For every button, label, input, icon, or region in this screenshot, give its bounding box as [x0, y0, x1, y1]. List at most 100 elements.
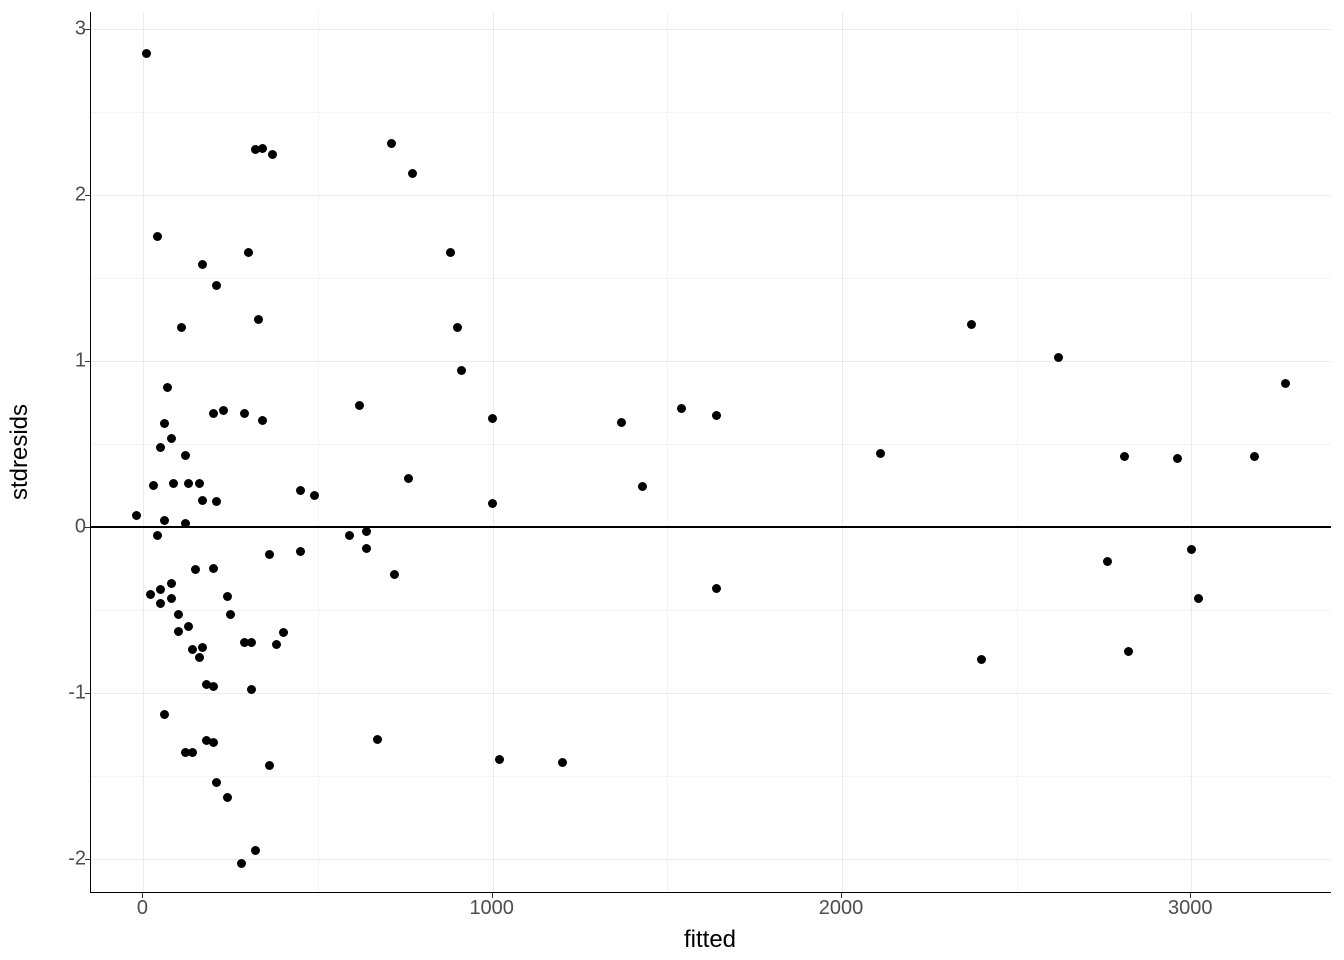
data-point [268, 150, 277, 159]
data-point [495, 755, 504, 764]
data-point [149, 481, 158, 490]
y-tick-mark [85, 859, 90, 860]
data-point [272, 640, 281, 649]
data-point [184, 622, 193, 631]
data-point [181, 451, 190, 460]
data-point [638, 482, 647, 491]
y-tick-label: -1 [6, 681, 86, 704]
data-point [251, 846, 260, 855]
y-tick-label: 1 [6, 349, 86, 372]
grid-minor-vertical [318, 12, 319, 892]
data-point [488, 499, 497, 508]
data-point [132, 511, 141, 520]
data-point [167, 594, 176, 603]
grid-major-vertical [842, 12, 843, 892]
data-point [488, 414, 497, 423]
data-point [446, 248, 455, 257]
data-point [195, 653, 204, 662]
data-point [1173, 454, 1182, 463]
data-point [457, 366, 466, 375]
data-point [156, 585, 165, 594]
y-tick-label: 2 [6, 183, 86, 206]
grid-major-vertical [143, 12, 144, 892]
data-point [191, 565, 200, 574]
data-point [198, 260, 207, 269]
data-point [160, 419, 169, 428]
data-point [977, 655, 986, 664]
grid-major-horizontal [91, 859, 1331, 860]
data-point [1194, 594, 1203, 603]
grid-major-horizontal [91, 195, 1331, 196]
data-point [453, 323, 462, 332]
data-point [558, 758, 567, 767]
data-point [195, 479, 204, 488]
data-point [212, 778, 221, 787]
data-point [355, 401, 364, 410]
data-point [265, 761, 274, 770]
data-point [237, 859, 246, 868]
data-point [967, 320, 976, 329]
data-point [1124, 647, 1133, 656]
grid-minor-horizontal [91, 776, 1331, 777]
grid-major-horizontal [91, 361, 1331, 362]
grid-major-horizontal [91, 29, 1331, 30]
data-point [362, 527, 371, 536]
data-point [1120, 452, 1129, 461]
x-tick-label: 1000 [469, 897, 514, 920]
grid-minor-horizontal [91, 278, 1331, 279]
data-point [387, 139, 396, 148]
data-point [163, 383, 172, 392]
data-point [153, 531, 162, 540]
x-tick-label: 0 [137, 897, 148, 920]
data-point [177, 323, 186, 332]
residual-scatter-chart: stdresids fitted 0100020003000-2-10123 [0, 0, 1344, 960]
data-point [184, 479, 193, 488]
data-point [212, 281, 221, 290]
data-point [390, 570, 399, 579]
data-point [188, 748, 197, 757]
y-axis-title: stdresids [6, 12, 34, 892]
data-point [174, 627, 183, 636]
data-point [362, 544, 371, 553]
data-point [167, 434, 176, 443]
data-point [265, 550, 274, 559]
data-point [219, 406, 228, 415]
y-tick-label: 0 [6, 515, 86, 538]
data-point [247, 638, 256, 647]
data-point [876, 449, 885, 458]
y-tick-label: 3 [6, 17, 86, 40]
data-point [296, 547, 305, 556]
y-tick-mark [85, 195, 90, 196]
data-point [712, 584, 721, 593]
grid-minor-horizontal [91, 444, 1331, 445]
data-point [1054, 353, 1063, 362]
plot-area [90, 12, 1331, 893]
data-point [156, 599, 165, 608]
data-point [167, 579, 176, 588]
data-point [240, 409, 249, 418]
data-point [373, 735, 382, 744]
x-tick-label: 3000 [1168, 897, 1213, 920]
grid-major-vertical [1191, 12, 1192, 892]
x-tick-mark [492, 893, 493, 898]
x-tick-mark [841, 893, 842, 898]
data-point [160, 710, 169, 719]
data-point [226, 610, 235, 619]
grid-minor-vertical [667, 12, 668, 892]
data-point [198, 496, 207, 505]
data-point [677, 404, 686, 413]
data-point [142, 49, 151, 58]
data-point [212, 497, 221, 506]
data-point [198, 643, 207, 652]
data-point [209, 564, 218, 573]
data-point [181, 519, 190, 528]
data-point [279, 628, 288, 637]
data-point [156, 443, 165, 452]
data-point [404, 474, 413, 483]
data-point [1250, 452, 1259, 461]
data-point [160, 516, 169, 525]
data-point [258, 144, 267, 153]
data-point [296, 486, 305, 495]
data-point [712, 411, 721, 420]
grid-major-horizontal [91, 693, 1331, 694]
